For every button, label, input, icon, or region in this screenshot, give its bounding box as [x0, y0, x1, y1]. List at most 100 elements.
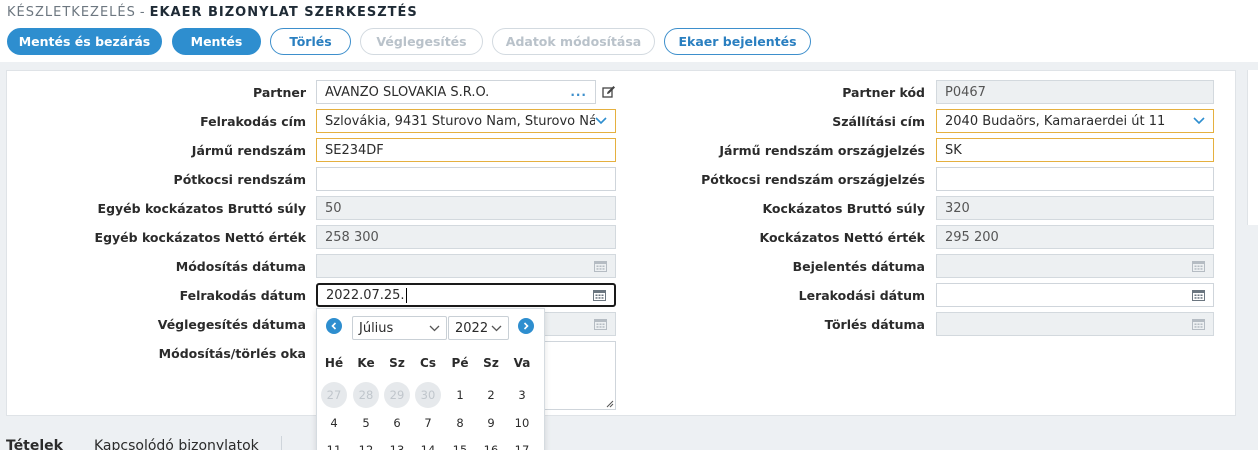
edit-icon[interactable] [602, 85, 616, 99]
calendar-icon [1192, 261, 1205, 272]
calendar-day[interactable]: 9 [478, 410, 504, 436]
loading-address-select[interactable]: Szlovákia, 9431 Sturovo Nam, Sturovo Nám… [316, 109, 616, 133]
calendar-icon [594, 319, 607, 330]
trailer-country-label: Pótkocsi rendszám országjelzés [701, 172, 925, 187]
calendar-day[interactable]: 2 [478, 382, 504, 408]
trailer-plate-label: Pótkocsi rendszám [173, 172, 306, 187]
partner-code-value: P0467 [945, 84, 986, 100]
loading-date-input[interactable]: 2022.07.25. [316, 283, 616, 307]
vehicle-country-value: SK [945, 142, 962, 158]
partner-code-field: P0467 [936, 80, 1214, 104]
vehicle-plate-input[interactable]: SE234DF [316, 138, 616, 162]
weekday-label: Va [513, 356, 531, 370]
other-net-value-value: 258 300 [325, 229, 379, 245]
weekday-label: Hé [324, 356, 344, 370]
calendar-day[interactable]: 12 [353, 437, 379, 450]
calendar-day[interactable]: 1 [447, 382, 473, 408]
shipping-address-value: 2040 Budaörs, Kamaraerdei út 11 [945, 113, 1166, 129]
calendar-icon[interactable] [593, 289, 606, 301]
tab-related-documents[interactable]: Kapcsolódó bizonylatok [94, 438, 259, 450]
next-month-button[interactable] [518, 318, 534, 334]
calendar-icon[interactable] [1192, 289, 1205, 301]
other-gross-weight-label: Egyéb kockázatos Bruttó súly [97, 201, 306, 216]
loading-date-label: Felrakodás dátum [179, 288, 306, 303]
datepicker-popup: Július 2022 Hé Ke Sz Cs Pé Sz Va 27 28 2… [316, 308, 545, 450]
month-select-value: Július [359, 320, 394, 336]
calendar-icon [594, 261, 607, 272]
modification-date-label: Módosítás dátuma [175, 259, 306, 274]
calendar-icon [1192, 319, 1205, 330]
loading-date-value: 2022.07.25. [326, 287, 405, 303]
calendar-day[interactable]: 6 [384, 410, 410, 436]
gross-weight-label: Kockázatos Bruttó súly [762, 201, 925, 216]
vehicle-plate-label: Jármű rendszám [191, 143, 306, 158]
breadcrumb-separator: - [139, 5, 146, 20]
gross-weight-field: 320 [936, 196, 1214, 220]
chevron-down-icon [1193, 115, 1205, 127]
toolbar: Mentés és bezárás Mentés Törlés Végleges… [0, 28, 1258, 55]
trailer-plate-input[interactable] [316, 167, 616, 191]
weekday-label: Cs [420, 356, 436, 370]
other-net-value-label: Egyéb kockázatos Nettó érték [94, 230, 306, 245]
finalization-date-label: Véglegesítés dátuma [157, 317, 306, 332]
shipping-address-select[interactable]: 2040 Budaörs, Kamaraerdei út 11 [936, 109, 1214, 133]
partner-value: AVANZO SLOVAKIA S.R.O. [325, 84, 490, 100]
save-and-close-button[interactable]: Mentés és bezárás [7, 28, 162, 55]
prev-month-button[interactable] [326, 318, 342, 334]
shipping-address-label: Szállítási cím [832, 114, 925, 129]
vehicle-country-label: Jármű rendszám országjelzés [719, 143, 925, 158]
other-net-value-field: 258 300 [316, 225, 616, 249]
calendar-day[interactable]: 11 [321, 437, 347, 450]
delete-button[interactable]: Törlés [270, 28, 351, 55]
other-gross-weight-value: 50 [325, 200, 342, 216]
breadcrumb-root[interactable]: KÉSZLETKEZELÉS [7, 5, 136, 20]
partner-code-label: Partner kód [842, 85, 925, 100]
calendar-day[interactable]: 7 [415, 410, 441, 436]
calendar-day[interactable]: 27 [321, 382, 347, 408]
chevron-down-icon [491, 325, 502, 331]
calendar-day[interactable]: 29 [384, 382, 410, 408]
finalize-button[interactable]: Véglegesítés [360, 28, 483, 55]
trailer-country-input[interactable] [936, 167, 1214, 191]
weekday-label: Pé [451, 356, 469, 370]
ekaer-report-button[interactable]: Ekaer bejelentés [664, 28, 811, 55]
partner-lookup-button[interactable]: ... [570, 85, 587, 99]
chevron-left-icon [331, 322, 337, 330]
calendar-day[interactable]: 14 [415, 437, 441, 450]
net-value-value: 295 200 [945, 229, 999, 245]
chevron-down-icon [429, 325, 440, 331]
net-value-label: Kockázatos Nettó érték [759, 230, 925, 245]
calendar-day[interactable]: 28 [353, 382, 379, 408]
partner-field[interactable]: AVANZO SLOVAKIA S.R.O. ... [316, 80, 596, 104]
calendar-day[interactable]: 8 [447, 410, 473, 436]
vehicle-country-input[interactable]: SK [936, 138, 1214, 162]
year-select[interactable]: 2022 [448, 316, 509, 340]
deletion-date-field [936, 312, 1214, 336]
side-panel-edge [1247, 70, 1258, 225]
unloading-date-input[interactable] [936, 283, 1214, 307]
deletion-date-label: Törlés dátuma [824, 317, 925, 332]
calendar-day[interactable]: 17 [509, 437, 535, 450]
chevron-right-icon [523, 322, 529, 330]
page-title: EKAER BIZONYLAT SZERKESZTÉS [149, 5, 418, 20]
tab-items[interactable]: Tételek [6, 438, 63, 450]
partner-label: Partner [253, 85, 306, 100]
calendar-day[interactable]: 3 [509, 382, 535, 408]
resize-handle-icon[interactable] [606, 400, 614, 408]
report-date-label: Bejelentés dátuma [792, 259, 925, 274]
modify-data-button[interactable]: Adatok módosítása [492, 28, 655, 55]
calendar-day[interactable]: 4 [321, 410, 347, 436]
weekday-label: Sz [389, 356, 405, 370]
calendar-day[interactable]: 30 [415, 382, 441, 408]
text-caret [405, 287, 407, 303]
gross-weight-value: 320 [945, 200, 970, 216]
calendar-day[interactable]: 15 [447, 437, 473, 450]
calendar-day[interactable]: 10 [509, 410, 535, 436]
save-button[interactable]: Mentés [172, 28, 261, 55]
calendar-day[interactable]: 16 [478, 437, 504, 450]
calendar-day[interactable]: 5 [353, 410, 379, 436]
modification-reason-label: Módosítás/törlés oka [158, 346, 306, 361]
other-gross-weight-field: 50 [316, 196, 616, 220]
month-select[interactable]: Július [352, 316, 447, 340]
calendar-day[interactable]: 13 [384, 437, 410, 450]
